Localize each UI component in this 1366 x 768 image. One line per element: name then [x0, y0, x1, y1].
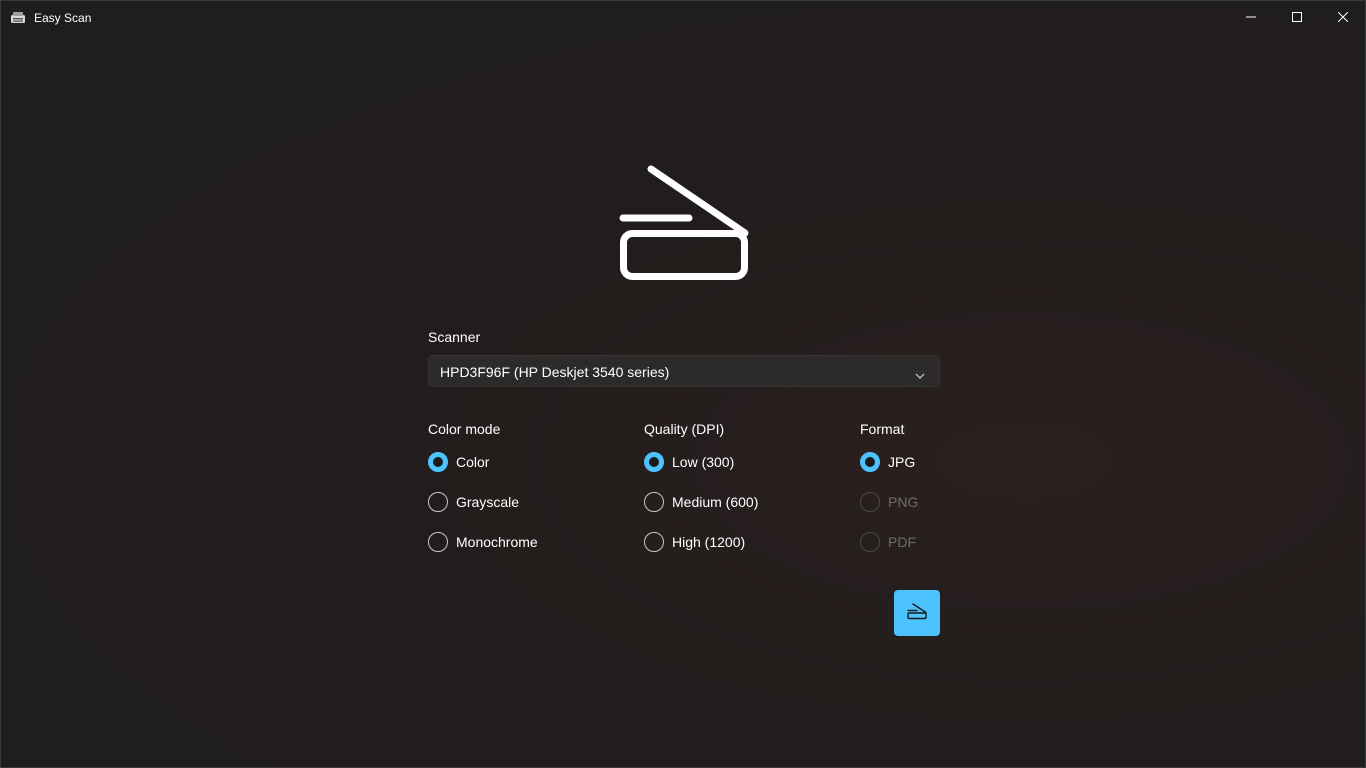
- radio-indicator: [644, 532, 664, 552]
- radio-indicator: [644, 492, 664, 512]
- scanner-icon: [906, 602, 928, 625]
- minimize-button[interactable]: [1228, 1, 1274, 33]
- scanner-dropdown[interactable]: HPD3F96F (HP Deskjet 3540 series): [428, 355, 940, 387]
- format-label: Format: [860, 421, 905, 437]
- close-icon: [1338, 12, 1348, 22]
- radio-monochrome[interactable]: Monochrome: [428, 530, 538, 554]
- color-mode-label: Color mode: [428, 421, 501, 437]
- scan-button[interactable]: [894, 590, 940, 636]
- scanner-label: Scanner: [428, 329, 481, 345]
- radio-label: JPG: [888, 454, 916, 470]
- radio-label: High (1200): [672, 534, 746, 550]
- radio-label: Low (300): [672, 454, 735, 470]
- radio-label: Grayscale: [456, 494, 520, 510]
- radio-indicator: [428, 532, 448, 552]
- radio-jpg[interactable]: JPG: [860, 450, 915, 474]
- minimize-icon: [1246, 12, 1256, 22]
- window-title: Easy Scan: [34, 11, 92, 25]
- scanner-app-icon: [10, 11, 26, 25]
- radio-grayscale[interactable]: Grayscale: [428, 490, 519, 514]
- radio-indicator: [428, 452, 448, 472]
- radio-indicator: [428, 492, 448, 512]
- maximize-icon: [1292, 12, 1302, 22]
- radio-color[interactable]: Color: [428, 450, 489, 474]
- radio-label: PDF: [888, 534, 916, 550]
- radio-pdf: PDF: [860, 530, 916, 554]
- radio-indicator: [644, 452, 664, 472]
- radio-label: Color: [456, 454, 490, 470]
- radio-medium-600[interactable]: Medium (600): [644, 490, 758, 514]
- radio-png: PNG: [860, 490, 918, 514]
- radio-low-300[interactable]: Low (300): [644, 450, 734, 474]
- radio-label: PNG: [888, 494, 919, 510]
- maximize-button[interactable]: [1274, 1, 1320, 33]
- radio-indicator: [860, 452, 880, 472]
- scanner-icon: [613, 161, 757, 285]
- radio-label: Medium (600): [672, 494, 759, 510]
- quality-label: Quality (DPI): [644, 421, 725, 437]
- title-bar[interactable]: Easy Scan: [1, 1, 1366, 35]
- radio-high-1200[interactable]: High (1200): [644, 530, 745, 554]
- app-window: Easy Scan Scanner HPD3F96F (HP Deskjet 3…: [0, 0, 1366, 768]
- radio-label: Monochrome: [456, 534, 538, 550]
- scanner-selected-value: HPD3F96F (HP Deskjet 3540 series): [440, 364, 670, 380]
- radio-indicator: [860, 492, 880, 512]
- close-button[interactable]: [1320, 1, 1366, 33]
- chevron-down-icon: [915, 367, 925, 385]
- radio-indicator: [860, 532, 880, 552]
